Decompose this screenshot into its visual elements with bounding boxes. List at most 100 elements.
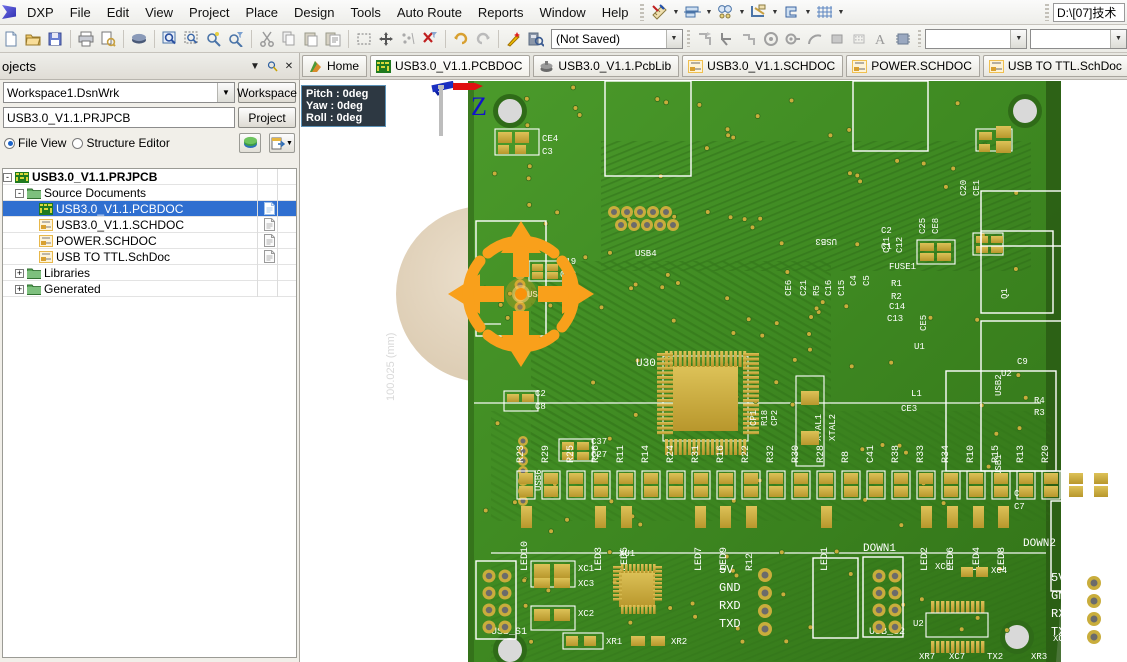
menu-view[interactable]: View (137, 2, 181, 23)
new-document-icon[interactable] (0, 28, 22, 49)
zoom-window-icon[interactable] (181, 28, 203, 49)
menu-auto-route[interactable]: Auto Route (389, 2, 470, 23)
dropdown-arrow-icon[interactable]: ▼ (286, 140, 293, 147)
panel-options-icon[interactable]: ▼ (269, 133, 295, 153)
save-icon[interactable] (44, 28, 66, 49)
pcb-board-render[interactable]: CE4C3C19C18USB5USB4C20 CE1C25 CE8C11 C12USB… (301, 81, 1127, 662)
doc-tab-usb-to-ttl-schdoc[interactable]: USB TO TTL.SchDoc (982, 55, 1127, 77)
document-status-icon[interactable] (264, 202, 276, 216)
extra-combo[interactable]: ▼ (1030, 28, 1127, 49)
radio-structure-editor[interactable]: Structure Editor (72, 136, 170, 150)
move-icon[interactable] (375, 28, 397, 49)
place-grip[interactable] (686, 30, 690, 47)
place-arc-icon[interactable] (738, 28, 760, 49)
zoom-area-icon[interactable] (159, 28, 181, 49)
place-pad-icon[interactable] (760, 28, 782, 49)
chevron-down-icon[interactable]: ▼ (703, 2, 714, 23)
measure-ruler-icon[interactable] (648, 2, 670, 23)
menu-edit[interactable]: Edit (99, 2, 137, 23)
align-objects-icon[interactable] (681, 2, 703, 23)
browse-library-icon[interactable] (525, 28, 547, 49)
dimension-icon[interactable] (747, 2, 769, 23)
net-combo[interactable]: (Not Saved) ▼ (551, 28, 683, 49)
place-polygon-icon[interactable] (848, 28, 870, 49)
deselect-icon[interactable] (397, 28, 419, 49)
tree-expander-collapse-icon[interactable]: - (3, 172, 12, 182)
wand-icon[interactable] (503, 28, 525, 49)
pan-compass-icon[interactable] (446, 219, 596, 372)
tree-expander-collapse-icon[interactable]: - (15, 188, 24, 198)
find-similar-icon[interactable] (714, 2, 736, 23)
redo-icon[interactable] (472, 28, 494, 49)
radio-file-view[interactable]: File View (4, 136, 66, 150)
menu-tools[interactable]: Tools (343, 2, 389, 23)
tree-item-usb-to-ttl-schdoc[interactable]: USB TO TTL.SchDoc (3, 249, 296, 265)
place-fill-icon[interactable] (826, 28, 848, 49)
chevron-down-icon[interactable]: ▼ (248, 59, 262, 73)
menu-file[interactable]: File (62, 2, 99, 23)
chevron-down-icon[interactable]: ▼ (1110, 29, 1126, 48)
place-via-icon[interactable] (782, 28, 804, 49)
chevron-down-icon[interactable]: ▼ (769, 2, 780, 23)
workspace-combo[interactable]: Workspace1.DsnWrk ▼ (3, 82, 235, 103)
cut-icon[interactable] (256, 28, 278, 49)
copy-icon[interactable] (278, 28, 300, 49)
chevron-down-icon[interactable]: ▼ (670, 2, 681, 23)
doc-tab-usb3-0-v1-1-pcbdoc[interactable]: USB3.0_V1.1.PCBDOC (370, 55, 531, 77)
place-track-icon[interactable] (716, 28, 738, 49)
zoom-filtered-icon[interactable] (225, 28, 247, 49)
layer-combo[interactable]: ▼ (925, 28, 1028, 49)
tree-expander-expand-icon[interactable]: + (15, 284, 24, 294)
project-tree[interactable]: - USB3.0_V1.1.PRJPCB - Source Documents USB3… (2, 168, 297, 658)
chevron-down-icon[interactable]: ▼ (802, 2, 813, 23)
chevron-down-icon[interactable]: ▼ (665, 29, 682, 48)
document-status-icon[interactable] (264, 250, 276, 264)
doc-tab-power-schdoc[interactable]: POWER.SCHDOC (846, 55, 980, 77)
place-component-icon[interactable] (892, 28, 914, 49)
place-string-icon[interactable]: A (870, 28, 892, 49)
toolbar-grip[interactable] (640, 3, 645, 21)
project-field[interactable]: USB3.0_V1.1.PRJPCB (3, 107, 235, 128)
tree-expander-expand-icon[interactable]: + (15, 268, 24, 278)
tree-item-power-schdoc[interactable]: POWER.SCHDOC (3, 233, 296, 249)
menu-project[interactable]: Project (181, 2, 237, 23)
print-preview-icon[interactable] (97, 28, 119, 49)
close-icon[interactable]: ✕ (282, 59, 296, 73)
doc-tab-home[interactable]: Home (302, 55, 368, 77)
path-grip[interactable] (1045, 3, 1049, 21)
tree-item-usb3-0-v1-1-pcbdoc[interactable]: USB3.0_V1.1.PCBDOC (3, 201, 296, 217)
chevron-down-icon[interactable]: ▼ (736, 2, 747, 23)
path-display[interactable]: D:\[07]技术 (1053, 2, 1125, 22)
chevron-down-icon[interactable]: ▼ (217, 83, 234, 102)
undo-icon[interactable] (450, 28, 472, 49)
tree-item-source-documents[interactable]: - Source Documents (3, 185, 296, 201)
combo-grip[interactable] (918, 30, 922, 47)
clear-filter-icon[interactable] (419, 28, 441, 49)
tree-item-usb3-0-v1-1-schdoc[interactable]: USB3.0_V1.1.SCHDOC (3, 217, 296, 233)
workspace-button[interactable]: Workspace (237, 82, 297, 103)
document-status-icon[interactable] (264, 234, 276, 248)
menu-help[interactable]: Help (594, 2, 637, 23)
chevron-down-icon[interactable]: ▼ (1010, 29, 1027, 48)
layer-stack-icon[interactable] (780, 2, 802, 23)
chevron-down-icon[interactable]: ▼ (835, 2, 846, 23)
print-icon[interactable] (75, 28, 97, 49)
tree-item-usb3-0-v1-1-prjpcb[interactable]: - USB3.0_V1.1.PRJPCB (3, 169, 296, 185)
doc-tab-usb3-0-v1-1-pcblib[interactable]: USB3.0_V1.1.PcbLib (533, 55, 680, 77)
place-arc2-icon[interactable] (804, 28, 826, 49)
project-button[interactable]: Project (238, 107, 296, 128)
doc-tab-usb3-0-v1-1-schdoc[interactable]: USB3.0_V1.1.SCHDOC (682, 55, 844, 77)
board-insight-icon[interactable] (128, 28, 150, 49)
open-folder-icon[interactable] (22, 28, 44, 49)
menu-reports[interactable]: Reports (470, 2, 532, 23)
place-line-icon[interactable] (694, 28, 716, 49)
pin-icon[interactable] (265, 59, 279, 73)
menu-window[interactable]: Window (531, 2, 593, 23)
paste-icon[interactable] (300, 28, 322, 49)
paste-special-icon[interactable] (322, 28, 344, 49)
compile-icon[interactable] (239, 133, 261, 153)
grid-icon[interactable] (813, 2, 835, 23)
zoom-selected-icon[interactable] (203, 28, 225, 49)
tree-item-libraries[interactable]: + Libraries (3, 265, 296, 281)
pcb-3d-viewport[interactable]: CE4 C3 C19 C18 USB5 USB4 C20 CE1 C25 CE8 C11 C12 USB… (301, 81, 1127, 662)
